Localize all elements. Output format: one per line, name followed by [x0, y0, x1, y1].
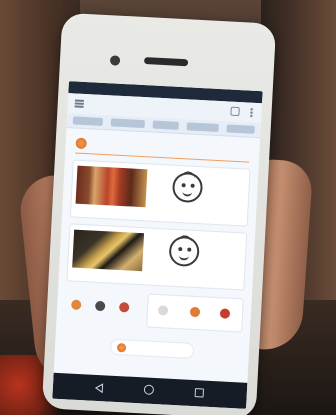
tabs-icon[interactable] [230, 106, 240, 117]
red-dot-icon[interactable] [219, 308, 231, 319]
category-icon-1[interactable] [70, 299, 82, 311]
face-hair [177, 235, 193, 244]
category-label-1 [66, 312, 86, 319]
face-label [169, 210, 205, 220]
cta-button[interactable] [109, 338, 195, 360]
card-photo[interactable] [75, 165, 148, 208]
face-eye-right [187, 247, 192, 252]
category-label-2 [89, 314, 109, 321]
front-camera [109, 55, 121, 66]
tab-5[interactable] [226, 124, 255, 134]
face-eye-left [178, 247, 183, 252]
smartphone [41, 12, 277, 415]
content-card-2[interactable] [66, 223, 248, 291]
home-icon[interactable] [143, 384, 155, 395]
icon-row [64, 289, 244, 333]
recents-icon[interactable] [194, 388, 205, 398]
phone-screen [52, 81, 263, 409]
photo-scene [0, 0, 336, 415]
face-eye-left [181, 183, 186, 188]
menu-icon[interactable] [74, 99, 84, 108]
back-icon[interactable] [94, 382, 104, 394]
right-label-3 [214, 321, 234, 328]
smiley-face-icon[interactable] [171, 171, 204, 204]
content-card-1[interactable] [69, 159, 251, 227]
face-label [166, 273, 202, 283]
tab-2[interactable] [110, 118, 145, 129]
face-hair [180, 171, 196, 180]
list-icon[interactable] [157, 305, 169, 316]
page-content [54, 131, 260, 381]
card-photo[interactable] [72, 229, 145, 272]
icon-row-label [66, 289, 140, 300]
category-icon-3[interactable] [118, 302, 130, 313]
card-caption [75, 206, 147, 218]
app-title [89, 99, 199, 115]
icon-group-right[interactable] [146, 293, 244, 333]
smiley-face-icon[interactable] [168, 235, 200, 268]
orange-dot-icon[interactable] [189, 306, 201, 318]
category-label-3 [113, 315, 133, 322]
overflow-icon[interactable] [249, 107, 254, 118]
header-badge-icon [75, 137, 87, 150]
icon-group-left [64, 289, 140, 327]
tab-1[interactable] [72, 116, 104, 126]
earpiece [143, 57, 189, 67]
cta-label [130, 344, 190, 356]
face-eye-right [190, 183, 195, 188]
cta-icon [116, 342, 127, 353]
category-icon-2[interactable] [94, 300, 106, 312]
right-label-1 [152, 318, 172, 325]
tab-3[interactable] [152, 120, 179, 130]
card-caption [72, 270, 144, 282]
tab-4[interactable] [186, 122, 219, 132]
face-mouth [178, 253, 190, 261]
right-label-2 [184, 319, 204, 326]
face-mouth [182, 189, 193, 197]
